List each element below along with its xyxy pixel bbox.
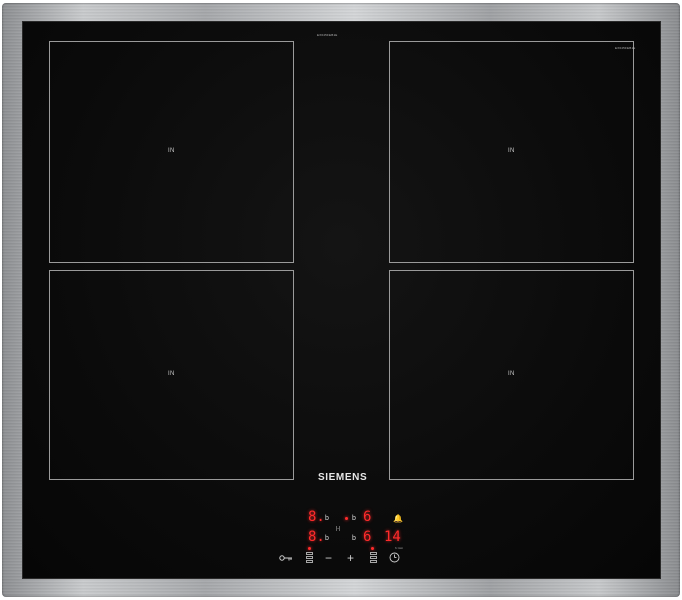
power-level-display-left-bottom: 8. [308,529,325,545]
timer-display: 14 [384,529,401,545]
combine-zones-symbol[interactable]: |-| [336,526,340,533]
cooking-zone-front-left[interactable]: IN [49,41,294,263]
minus-button[interactable]: − [325,552,332,564]
selector-indicator-dot-right [371,547,374,550]
timer-clock-icon[interactable] [389,552,400,563]
zone-label-rear-right: IN [508,371,515,377]
timer-unit-label: h:min [395,546,404,550]
zone-label-rear-left: IN [168,371,175,377]
zone-indicator-dot-top [345,517,348,520]
plus-button[interactable]: + [347,552,354,564]
power-level-display-right-bottom: 6 [363,529,372,545]
cooking-zone-rear-left[interactable]: IN [49,270,294,480]
booster-indicator-right-bottom: b [352,535,356,542]
booster-indicator-left-top: b [325,515,329,522]
zone-select-icon-right[interactable] [370,552,377,563]
model-label-center: EX645FEB1E [317,33,338,37]
selector-indicator-dot-left [308,547,311,550]
booster-indicator-left-bottom: b [325,535,329,542]
cooking-zone-rear-right[interactable]: IN [389,270,634,480]
cooking-zone-front-right[interactable]: IN [389,41,634,263]
power-level-display-right-top: 6 [363,509,372,525]
brand-logo: SIEMENS [318,472,368,483]
ceramic-glass-hob: IN IN IN IN EX645FEB1E EX645FEB1E SIEMEN… [23,22,660,578]
zone-label-front-right: IN [508,148,515,154]
zone-select-icon-left[interactable] [306,552,313,563]
key-lock-icon[interactable] [279,554,293,562]
model-label-right: EX645FEB1E [615,46,636,50]
power-level-display-left-top: 8. [308,509,325,525]
booster-indicator-right-top: b [352,515,356,522]
zone-label-front-left: IN [168,148,175,154]
bell-icon[interactable]: 🔔 [393,515,403,523]
